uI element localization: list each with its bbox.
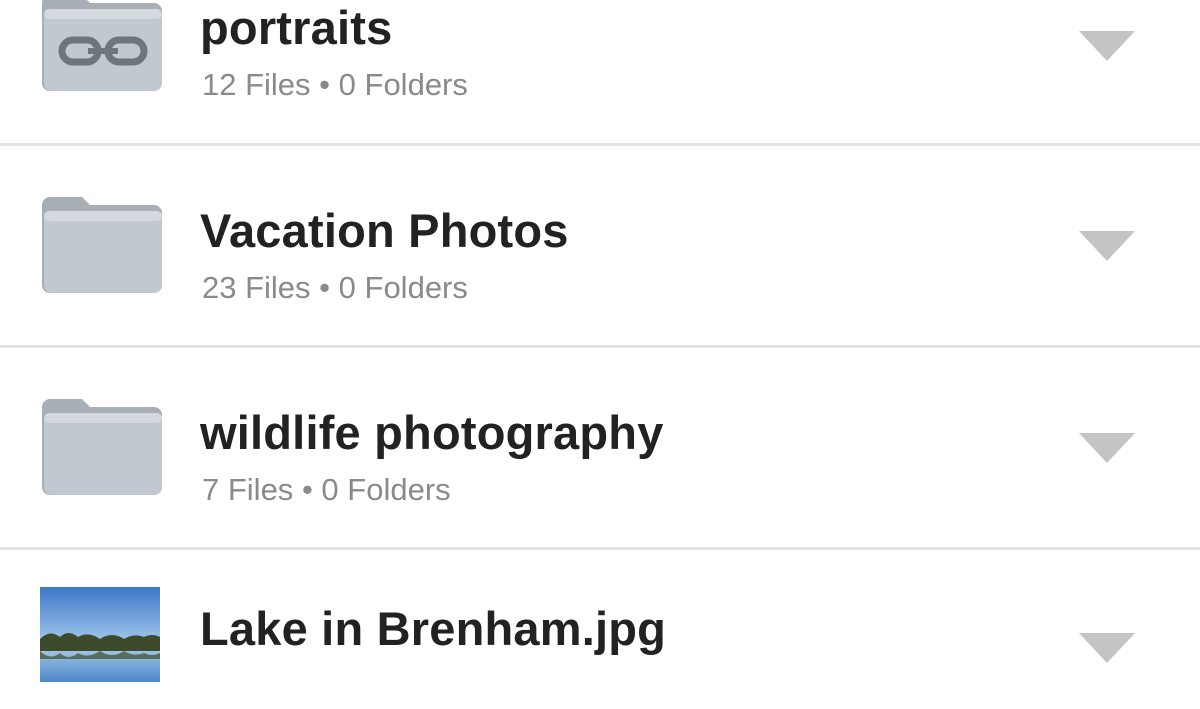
folder-icon	[42, 195, 164, 295]
meta-separator: •	[301, 472, 313, 507]
image-thumbnail	[40, 587, 160, 682]
chevron-down-icon	[1079, 433, 1135, 463]
list-item-portraits[interactable]: portraits 12 Files • 0 Folders	[0, 0, 1200, 145]
item-title: Vacation Photos	[200, 204, 569, 257]
chevron-down-icon	[1079, 231, 1135, 261]
chevron-down-icon	[1079, 31, 1135, 61]
folder-icon	[42, 397, 164, 497]
item-meta: 12 Files • 0 Folders	[202, 67, 468, 103]
folder-count: 0 Folders	[338, 270, 468, 305]
item-menu-button[interactable]	[1075, 427, 1139, 471]
item-meta: 7 Files • 0 Folders	[202, 472, 451, 508]
file-count: 7 Files	[202, 472, 294, 507]
file-count: 12 Files	[202, 67, 311, 102]
item-title: wildlife photography	[200, 406, 664, 459]
item-menu-button[interactable]	[1075, 25, 1139, 69]
list-item-wildlife-photography[interactable]: wildlife photography 7 Files • 0 Folders	[0, 347, 1200, 547]
item-title: portraits	[200, 1, 393, 54]
item-title: Lake in Brenham.jpg	[200, 602, 667, 655]
meta-separator: •	[319, 67, 331, 102]
folder-count: 0 Folders	[321, 472, 451, 507]
meta-separator: •	[319, 270, 331, 305]
file-list: portraits 12 Files • 0 Folders Vacation …	[0, 0, 1200, 682]
list-item-vacation-photos[interactable]: Vacation Photos 23 Files • 0 Folders	[0, 145, 1200, 345]
folder-count: 0 Folders	[338, 67, 468, 102]
item-menu-button[interactable]	[1075, 225, 1139, 269]
list-item-lake-in-brenham[interactable]: Lake in Brenham.jpg	[0, 549, 1200, 709]
file-count: 23 Files	[202, 270, 311, 305]
shared-folder-icon	[42, 0, 164, 93]
chevron-down-icon	[1079, 633, 1135, 663]
item-meta: 23 Files • 0 Folders	[202, 270, 468, 306]
item-menu-button[interactable]	[1075, 627, 1139, 671]
